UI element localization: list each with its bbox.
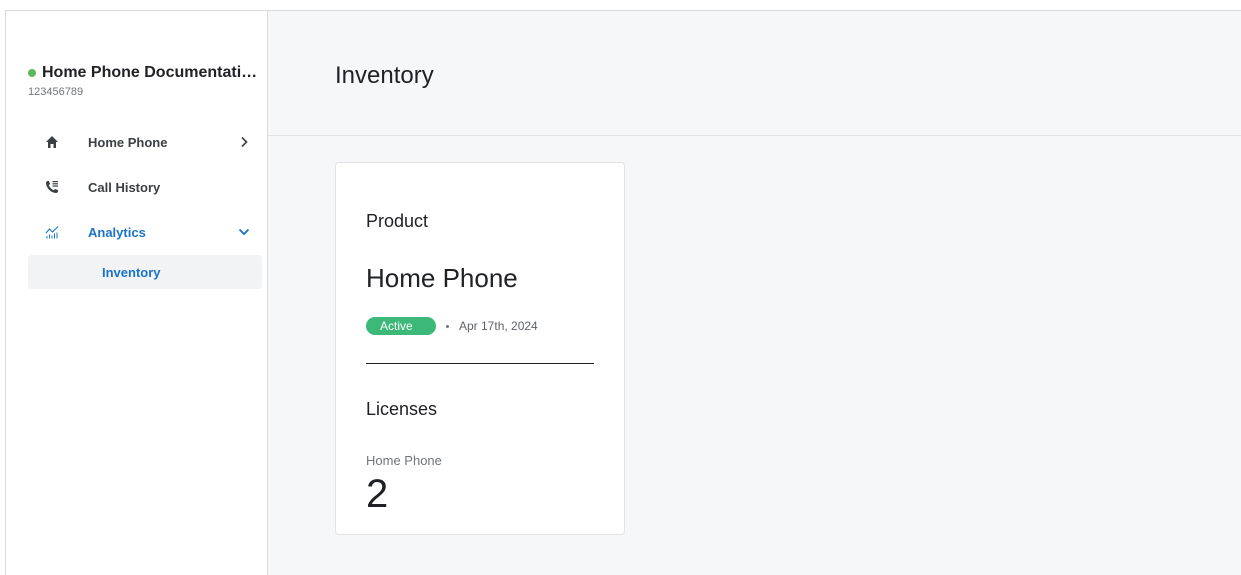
licenses-heading: Licenses	[366, 399, 438, 419]
status-dot	[28, 69, 36, 77]
home-icon	[42, 132, 62, 152]
sidebar: Home Phone Documentati… 123456789 Home P…	[6, 11, 268, 575]
sidebar-item-call-history[interactable]: Call History	[28, 170, 262, 204]
main-content: Inventory Product Home Phone Active Apr …	[268, 11, 1241, 575]
product-name: Home Phone	[366, 263, 518, 293]
license-count: 2	[366, 472, 389, 516]
app-window: Home Phone Documentati… 123456789 Home P…	[5, 10, 1241, 575]
product-heading: Product	[366, 211, 429, 231]
call-log-icon	[42, 177, 62, 197]
card-divider	[366, 363, 594, 364]
chevron-down-icon[interactable]	[236, 224, 252, 240]
status-date: Apr 17th, 2024	[459, 319, 538, 333]
sidebar-item-label: Home Phone	[88, 134, 168, 150]
sidebar-subitem-inventory[interactable]: Inventory	[28, 255, 262, 289]
separator-dot	[446, 324, 449, 328]
account-name: Home Phone Documentati…	[42, 64, 258, 81]
sidebar-subitem-label: Inventory	[102, 264, 161, 280]
product-card: Product Home Phone Active Apr 17th, 2024…	[335, 162, 625, 535]
account-name-row: Home Phone Documentati…	[28, 62, 263, 84]
status-badge: Active	[366, 317, 436, 335]
sidebar-item-home-phone[interactable]: Home Phone	[28, 125, 262, 159]
sidebar-item-analytics[interactable]: Analytics	[28, 215, 262, 249]
page-header: Inventory	[268, 11, 1241, 136]
page-title: Inventory	[335, 62, 434, 89]
account-header: Home Phone Documentati… 123456789	[28, 62, 263, 98]
sidebar-item-label: Call History	[88, 179, 161, 195]
license-label: Home Phone	[366, 453, 442, 468]
sidebar-item-label: Analytics	[88, 224, 146, 240]
account-id: 123456789	[28, 86, 84, 98]
product-status-row: Active Apr 17th, 2024	[366, 317, 538, 335]
chevron-right-icon[interactable]	[236, 134, 252, 150]
analytics-icon	[42, 222, 62, 242]
